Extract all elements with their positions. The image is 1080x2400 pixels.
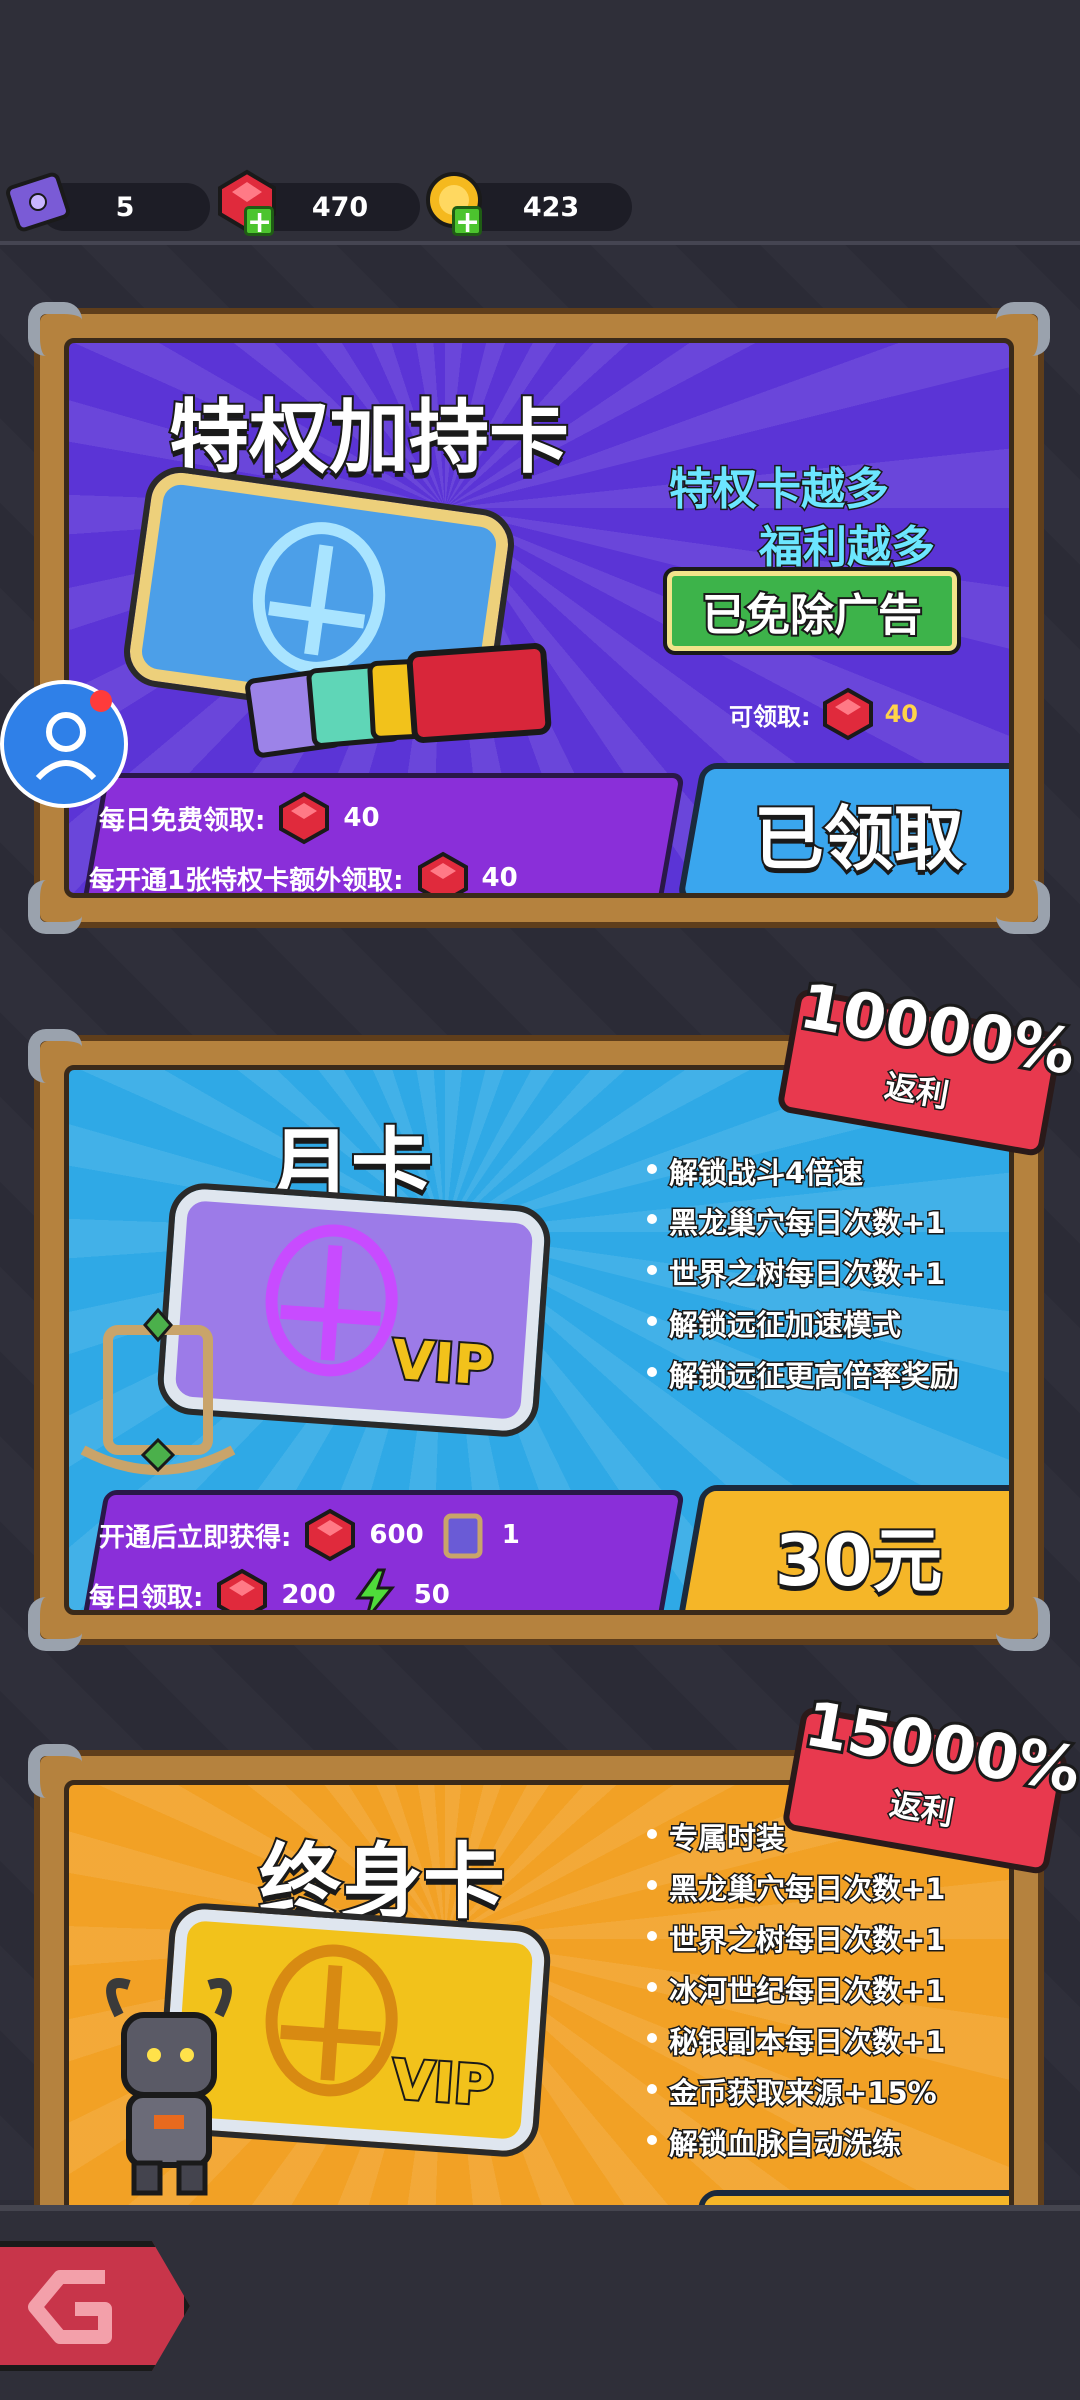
monthly-price-label: 30元 xyxy=(773,1518,944,1604)
ad-removed-label: 已免除广告 xyxy=(700,588,924,643)
lifetime-benefit-item: 解锁血脉自动洗练 xyxy=(646,2121,903,2163)
ticket-book-icon[interactable] xyxy=(4,170,74,236)
daily-free-label: 每日免费领取: xyxy=(99,805,266,836)
daily-free-value: 40 xyxy=(343,803,380,833)
dark-knight-character xyxy=(106,1978,232,2196)
lifetime-benefit-item: 冰河世纪每日次数+1 xyxy=(646,1968,947,2010)
frame-corner xyxy=(28,302,82,356)
monthly-benefit-item: 解锁战斗4倍速 xyxy=(646,1150,865,1192)
monthly-benefit-item: 世界之树每日次数+1 xyxy=(646,1251,947,1293)
gem-icon xyxy=(279,791,330,845)
profile-button[interactable] xyxy=(0,680,128,808)
bottom-bar xyxy=(0,2205,1080,2400)
gem-icon xyxy=(305,1508,356,1562)
avatar-frame-icon xyxy=(80,1307,236,1475)
extra-claim-row: 每开通1张特权卡额外领取: 40 xyxy=(89,851,518,896)
slogan-line1: 特权卡越多 xyxy=(668,463,891,517)
privilege-claimed-label: 已领取 xyxy=(752,796,966,882)
privilege-claimed-button[interactable]: 已领取 xyxy=(676,763,1009,893)
currency-bar: 5 470 + 423 + xyxy=(0,0,1080,245)
gem-icon xyxy=(417,851,468,893)
daily-reward-label: 每日领取: xyxy=(89,1582,204,1613)
monthly-card-inner: 月卡 VIP 解锁战斗4倍速 黑龙巢穴每日次数+1 世界之树每日次数+1 解锁远… xyxy=(64,1065,1014,1615)
avatar-frame-icon xyxy=(443,1513,483,1559)
daily-energy-value: 50 xyxy=(413,1580,450,1610)
gem-icon xyxy=(822,687,873,741)
daily-reward-row: 每日领取: 200 50 xyxy=(89,1568,450,1613)
monthly-buy-button[interactable]: 30元 xyxy=(676,1485,1009,1610)
claimable-row: 可领取: 40 xyxy=(729,687,918,741)
extra-claim-label: 每开通1张特权卡额外领取: xyxy=(89,865,404,896)
claimable-label: 可领取: xyxy=(729,702,811,731)
coin-count: 423 xyxy=(522,191,580,223)
instant-frames-value: 1 xyxy=(501,1520,520,1550)
instant-gems-value: 600 xyxy=(369,1520,424,1550)
frame-corner xyxy=(28,880,82,934)
slogan-line2: 福利越多 xyxy=(758,521,937,575)
vip-label: VIP xyxy=(388,1326,498,1400)
gem-count: 470 xyxy=(311,191,369,223)
instant-reward-row: 开通后立即获得: 600 1 xyxy=(99,1508,520,1562)
frame-corner xyxy=(996,880,1050,934)
frame-corner xyxy=(28,1744,82,1798)
privilege-card-panel: 特权加持卡 特权卡越多 福利越多 已免除广告 可领取: 40 每日免费领取: 4… xyxy=(28,302,1050,934)
monthly-benefit-item: 解锁远征加速模式 xyxy=(646,1302,903,1344)
monthly-benefit-item: 解锁远征更高倍率奖励 xyxy=(646,1353,961,1395)
add-gems-button[interactable]: + xyxy=(244,206,274,238)
ticket-count: 5 xyxy=(115,191,135,223)
lifetime-benefit-item: 世界之树每日次数+1 xyxy=(646,1917,947,1959)
claimable-value: 40 xyxy=(884,700,919,728)
lifetime-benefit-item: 专属时装 xyxy=(646,1815,787,1857)
back-button[interactable] xyxy=(0,2241,190,2371)
lifetime-benefit-item: 黑龙巢穴每日次数+1 xyxy=(646,1866,947,1908)
vip-label: VIP xyxy=(388,2046,498,2120)
frame-corner xyxy=(996,1597,1050,1651)
daily-gems-value: 200 xyxy=(281,1580,336,1610)
privilege-card-title: 特权加持卡 xyxy=(167,389,571,486)
energy-bolt-icon xyxy=(354,1568,395,1610)
extra-claim-value: 40 xyxy=(481,863,518,893)
frame-corner xyxy=(28,1597,82,1651)
monthly-benefit-item: 黑龙巢穴每日次数+1 xyxy=(646,1200,947,1242)
privilege-card-inner: 特权加持卡 特权卡越多 福利越多 已免除广告 可领取: 40 每日免费领取: 4… xyxy=(64,338,1014,898)
back-arrow-icon xyxy=(28,2270,112,2344)
add-coins-button[interactable]: + xyxy=(452,206,482,238)
lifetime-benefit-item: 秘银副本每日次数+1 xyxy=(646,2019,947,2061)
daily-free-row: 每日免费领取: 40 xyxy=(99,791,380,845)
frame-corner xyxy=(996,302,1050,356)
notification-dot xyxy=(90,690,112,712)
lifetime-benefit-item: 金币获取来源+15% xyxy=(647,2070,938,2112)
gem-icon xyxy=(217,1568,268,1610)
instant-reward-label: 开通后立即获得: xyxy=(99,1522,292,1553)
frame-corner xyxy=(28,1029,82,1083)
ad-removed-badge: 已免除广告 xyxy=(663,567,961,655)
mini-card-red xyxy=(405,642,553,744)
